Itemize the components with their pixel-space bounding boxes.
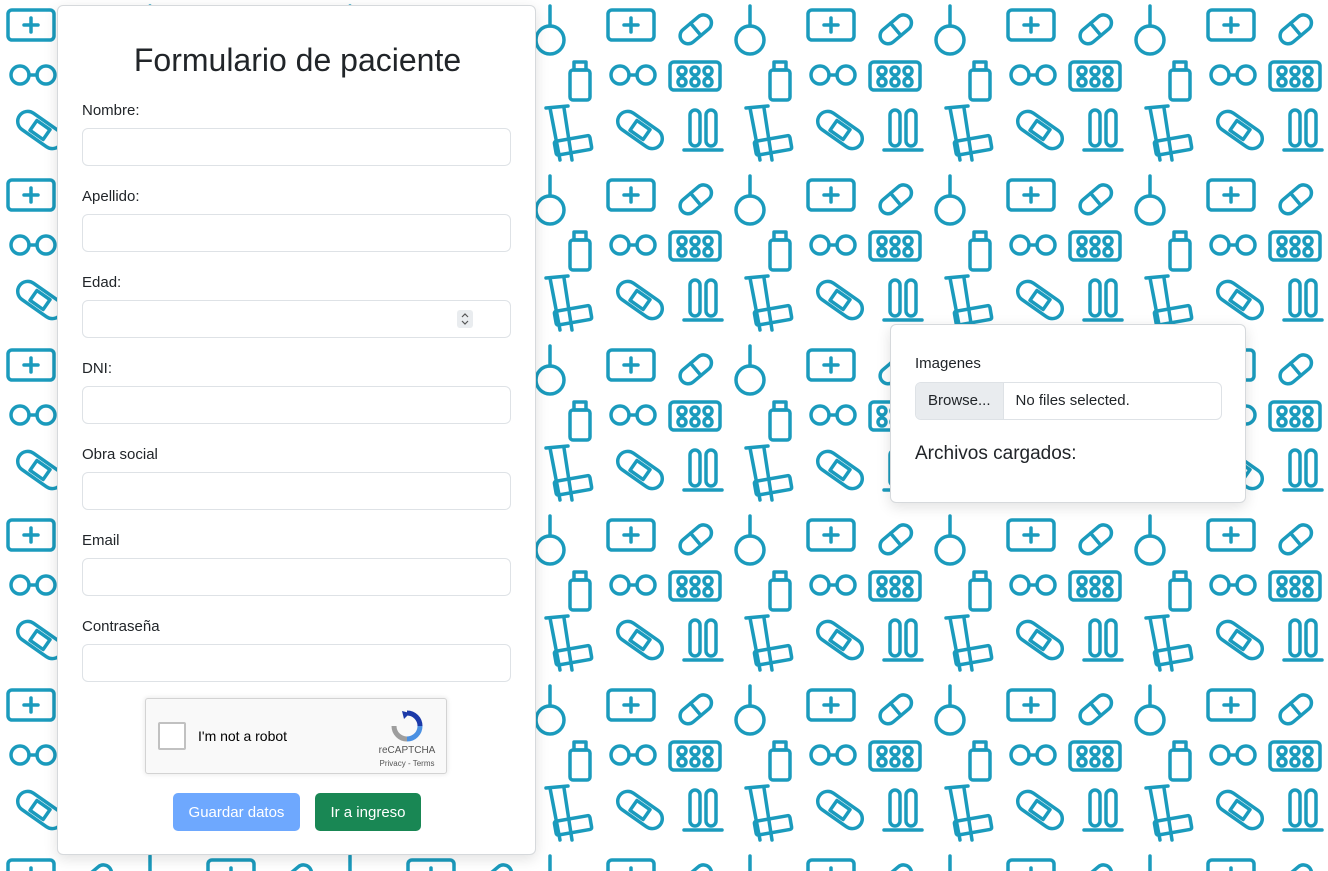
edad-input[interactable] xyxy=(82,300,511,338)
nombre-label: Nombre: xyxy=(82,102,140,119)
recaptcha-widget: I'm not a robot reCAPTCHA Privacy - Term… xyxy=(145,698,447,774)
recaptcha-checkbox[interactable] xyxy=(158,722,186,750)
recaptcha-brand: reCAPTCHA xyxy=(378,745,436,756)
obra-social-input[interactable] xyxy=(82,472,511,510)
save-button[interactable]: Guardar datos xyxy=(173,793,300,831)
nombre-input[interactable] xyxy=(82,128,511,166)
file-input[interactable]: Browse... No files selected. xyxy=(915,382,1222,420)
page-title: Formulario de paciente xyxy=(133,42,462,78)
dni-label: DNI: xyxy=(82,360,112,377)
stepper-arrows-icon xyxy=(461,313,469,325)
email-label: Email xyxy=(82,532,120,549)
obra-social-label: Obra social xyxy=(82,446,158,463)
apellido-label: Apellido: xyxy=(82,188,140,205)
image-upload-card: Imagenes Browse... No files selected. Ar… xyxy=(890,324,1246,503)
images-label: Imagenes xyxy=(915,355,981,372)
dni-input[interactable] xyxy=(82,386,511,424)
file-status: No files selected. xyxy=(1015,392,1130,409)
password-label: Contraseña xyxy=(82,618,160,635)
password-input[interactable] xyxy=(82,644,511,682)
email-input[interactable] xyxy=(82,558,511,596)
recaptcha-text: I'm not a robot xyxy=(198,728,288,744)
browse-button[interactable]: Browse... xyxy=(916,383,1004,419)
apellido-input[interactable] xyxy=(82,214,511,252)
uploaded-files-heading: Archivos cargados: xyxy=(915,443,1077,464)
go-to-login-button[interactable]: Ir a ingreso xyxy=(315,793,421,831)
recaptcha-links[interactable]: Privacy - Terms xyxy=(371,759,443,768)
edad-stepper[interactable] xyxy=(457,310,473,328)
edad-label: Edad: xyxy=(82,274,122,291)
recaptcha-logo-icon xyxy=(391,710,423,742)
patient-form-card: Formulario de paciente Nombre: Apellido:… xyxy=(57,5,536,855)
